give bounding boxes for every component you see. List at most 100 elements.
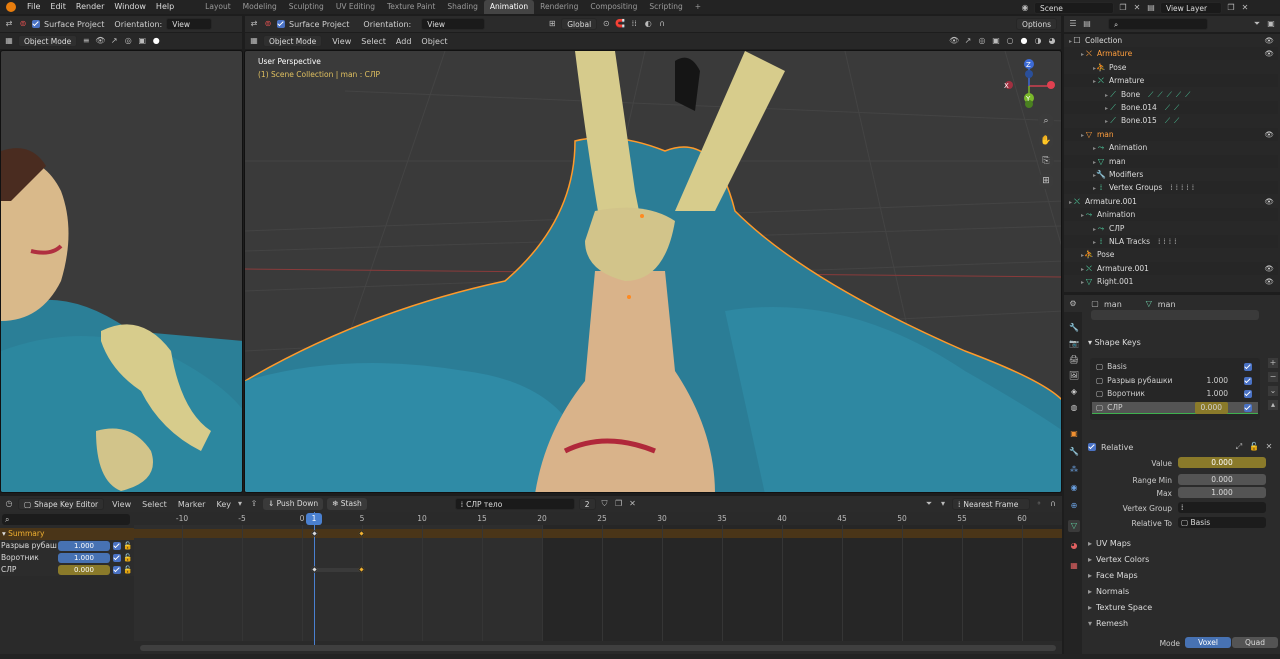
render-tab-icon[interactable]: 📷: [1068, 338, 1080, 350]
stash-button[interactable]: ❄ Stash: [327, 498, 367, 510]
expand-arrow-icon[interactable]: ▸: [1064, 129, 1084, 142]
viewport-menu-select[interactable]: Select: [361, 37, 386, 46]
physics-tab-icon[interactable]: ◉: [1068, 482, 1080, 494]
proportional-icon[interactable]: ◦: [1034, 499, 1044, 509]
hamburger-icon[interactable]: ≡: [81, 36, 91, 46]
zoom-icon[interactable]: ⌕: [1038, 113, 1054, 129]
outliner-row[interactable]: ▸ ⛌ Armature: [1064, 74, 1278, 88]
shape-key-mute-checkbox[interactable]: [1244, 390, 1252, 398]
relative-checkbox[interactable]: [1088, 443, 1096, 451]
outliner-row[interactable]: ▸ ⛌ Armature.001 👁: [1064, 195, 1278, 208]
editor-type-icon[interactable]: ☰: [1068, 19, 1078, 29]
push-down-button[interactable]: ⇓ Push Down: [262, 498, 324, 510]
view-layer-field[interactable]: View Layer: [1160, 2, 1222, 14]
outliner-row[interactable]: ▸ ⛹ Pose: [1064, 248, 1278, 261]
shape-key-row[interactable]: ▢ Basis: [1092, 361, 1258, 373]
expand-arrow-icon[interactable]: ▸: [1064, 102, 1108, 115]
expand-arrow-icon[interactable]: ▸: [1064, 249, 1084, 262]
object-tab-icon[interactable]: ▣: [1068, 428, 1080, 440]
workspace-tab[interactable]: Rendering: [534, 0, 584, 14]
snap-icon[interactable]: 🧲: [615, 19, 625, 29]
relative-to-field[interactable]: ▢ Basis: [1178, 517, 1266, 528]
new-collection-icon[interactable]: ▣: [1266, 19, 1276, 29]
material-shading-icon[interactable]: ◑: [1033, 36, 1043, 46]
shape-key-value[interactable]: 0.000: [1194, 401, 1228, 414]
fake-user-shield-icon[interactable]: ⛉: [600, 499, 610, 509]
visibility-eye-icon[interactable]: 👁: [1264, 262, 1274, 275]
close-icon[interactable]: ✕: [1132, 3, 1142, 13]
outliner-row[interactable]: ▸ 🔧 Modifiers: [1064, 168, 1278, 181]
max-field[interactable]: 1.000: [1178, 487, 1266, 498]
remove-shape-key-icon[interactable]: −: [1268, 372, 1278, 382]
workspace-tab[interactable]: Scripting: [643, 0, 688, 14]
outliner-row[interactable]: ▸ ⛌ Armature 👁: [1064, 47, 1278, 61]
pan-hand-icon[interactable]: ✋: [1038, 133, 1054, 149]
action-users-count[interactable]: 2: [578, 498, 596, 510]
mode-voxel-button[interactable]: Voxel: [1185, 637, 1231, 648]
workspace-tab[interactable]: Layout: [199, 0, 237, 14]
snap-target-icon[interactable]: ⊚: [263, 19, 273, 29]
clear-weights-icon[interactable]: ⤢: [1234, 442, 1244, 452]
expand-arrow-icon[interactable]: ▸: [1064, 48, 1084, 61]
output-tab-icon[interactable]: 🖨: [1068, 354, 1080, 366]
options-dropdown[interactable]: Options: [1016, 18, 1057, 30]
workspace-tab[interactable]: Sculpting: [283, 0, 330, 14]
menu-render[interactable]: Render: [71, 0, 109, 14]
workspace-tab[interactable]: +: [689, 0, 707, 14]
data-tab-icon[interactable]: ▽: [1068, 520, 1080, 532]
vertex-group-list-collapsed[interactable]: [1091, 310, 1259, 320]
outliner-row[interactable]: ▸ ⟋ Bone.015 ⟋⟋: [1064, 114, 1278, 127]
unlink-icon[interactable]: ✕: [628, 499, 638, 509]
mode-dropdown[interactable]: Object Mode: [18, 35, 78, 47]
panel-face-maps[interactable]: ▸ Face Maps: [1088, 569, 1278, 583]
visibility-icon[interactable]: 👁: [949, 36, 959, 46]
workspace-tab[interactable]: Texture Paint: [381, 0, 441, 14]
expand-arrow-icon[interactable]: ▸: [1064, 276, 1084, 289]
channel-lock-icon[interactable]: 🔓: [123, 552, 132, 564]
mode-dropdown[interactable]: Object Mode: [263, 35, 323, 47]
channel-value-slider[interactable]: 0.000: [58, 565, 110, 575]
shape-key-value[interactable]: 1.000: [1207, 388, 1228, 400]
expand-arrow-icon[interactable]: ▸: [1064, 169, 1096, 182]
shape-key-channel[interactable]: СЛР 0.000 🔓: [0, 564, 134, 576]
editor-mode-dropdown[interactable]: ▢ Shape Key Editor: [18, 498, 105, 510]
outliner-row[interactable]: ▸ ⁞ Vertex Groups ⁞⁞⁞⁞⁞: [1064, 181, 1278, 195]
workspace-tab[interactable]: Compositing: [584, 0, 643, 14]
material-tab-icon[interactable]: ◕: [1068, 540, 1080, 552]
range-min-field[interactable]: 0.000: [1178, 474, 1266, 485]
expand-arrow-icon[interactable]: ▸: [1064, 196, 1072, 209]
expand-arrow-icon[interactable]: ▸: [1064, 142, 1096, 155]
shape-key-channel[interactable]: Воротник 1.000 🔓: [0, 552, 134, 564]
falloff-icon[interactable]: ∩: [1048, 499, 1058, 509]
panel-normals[interactable]: ▸ Normals: [1088, 585, 1278, 599]
proportional-icon[interactable]: ◐: [643, 19, 653, 29]
expand-arrow-icon[interactable]: ▸: [1064, 62, 1096, 75]
camera-icon[interactable]: ⎘: [1038, 153, 1054, 169]
wireframe-shading-icon[interactable]: ○: [1005, 36, 1015, 46]
tool-tab-icon[interactable]: 🔧: [1068, 322, 1080, 334]
visibility-eye-icon[interactable]: 👁: [1264, 128, 1274, 141]
timeline-menu-marker[interactable]: Marker: [178, 500, 206, 509]
copy-icon[interactable]: ❐: [1226, 3, 1236, 13]
expand-arrow-icon[interactable]: ▸: [1064, 35, 1072, 48]
workspace-tab[interactable]: UV Editing: [330, 0, 381, 14]
move-up-icon[interactable]: ▴: [1268, 400, 1278, 410]
shape-key-value[interactable]: 1.000: [1207, 375, 1228, 387]
shape-key-mute-checkbox[interactable]: [1244, 363, 1252, 371]
expand-arrow-icon[interactable]: ▸: [1064, 236, 1096, 249]
viewport-menu-object[interactable]: Object: [421, 37, 447, 46]
overlay-icon[interactable]: ◎: [977, 36, 987, 46]
timeline-menu-key[interactable]: Key: [216, 500, 231, 509]
pin-icon[interactable]: ⇪: [249, 499, 259, 509]
editor-type-icon[interactable]: ◷: [4, 499, 14, 509]
outliner-row[interactable]: ▸ ⛹ Pose: [1064, 61, 1278, 74]
scene-icon[interactable]: ◉: [1020, 3, 1030, 13]
visibility-eye-icon[interactable]: 👁: [1264, 195, 1274, 208]
channel-value-slider[interactable]: 1.000: [58, 541, 110, 551]
snap-target-icon[interactable]: ⊚: [18, 19, 28, 29]
outliner-row[interactable]: ▸ ▽ man: [1064, 154, 1278, 168]
outliner-row[interactable]: ▸ ⤳ Animation: [1064, 208, 1278, 222]
channel-mute-checkbox[interactable]: [113, 554, 121, 562]
panel-uv-maps[interactable]: ▸ UV Maps: [1088, 537, 1278, 551]
outliner-row[interactable]: ▸ ⁞ NLA Tracks ⁞⁞⁞⁞: [1064, 235, 1278, 248]
